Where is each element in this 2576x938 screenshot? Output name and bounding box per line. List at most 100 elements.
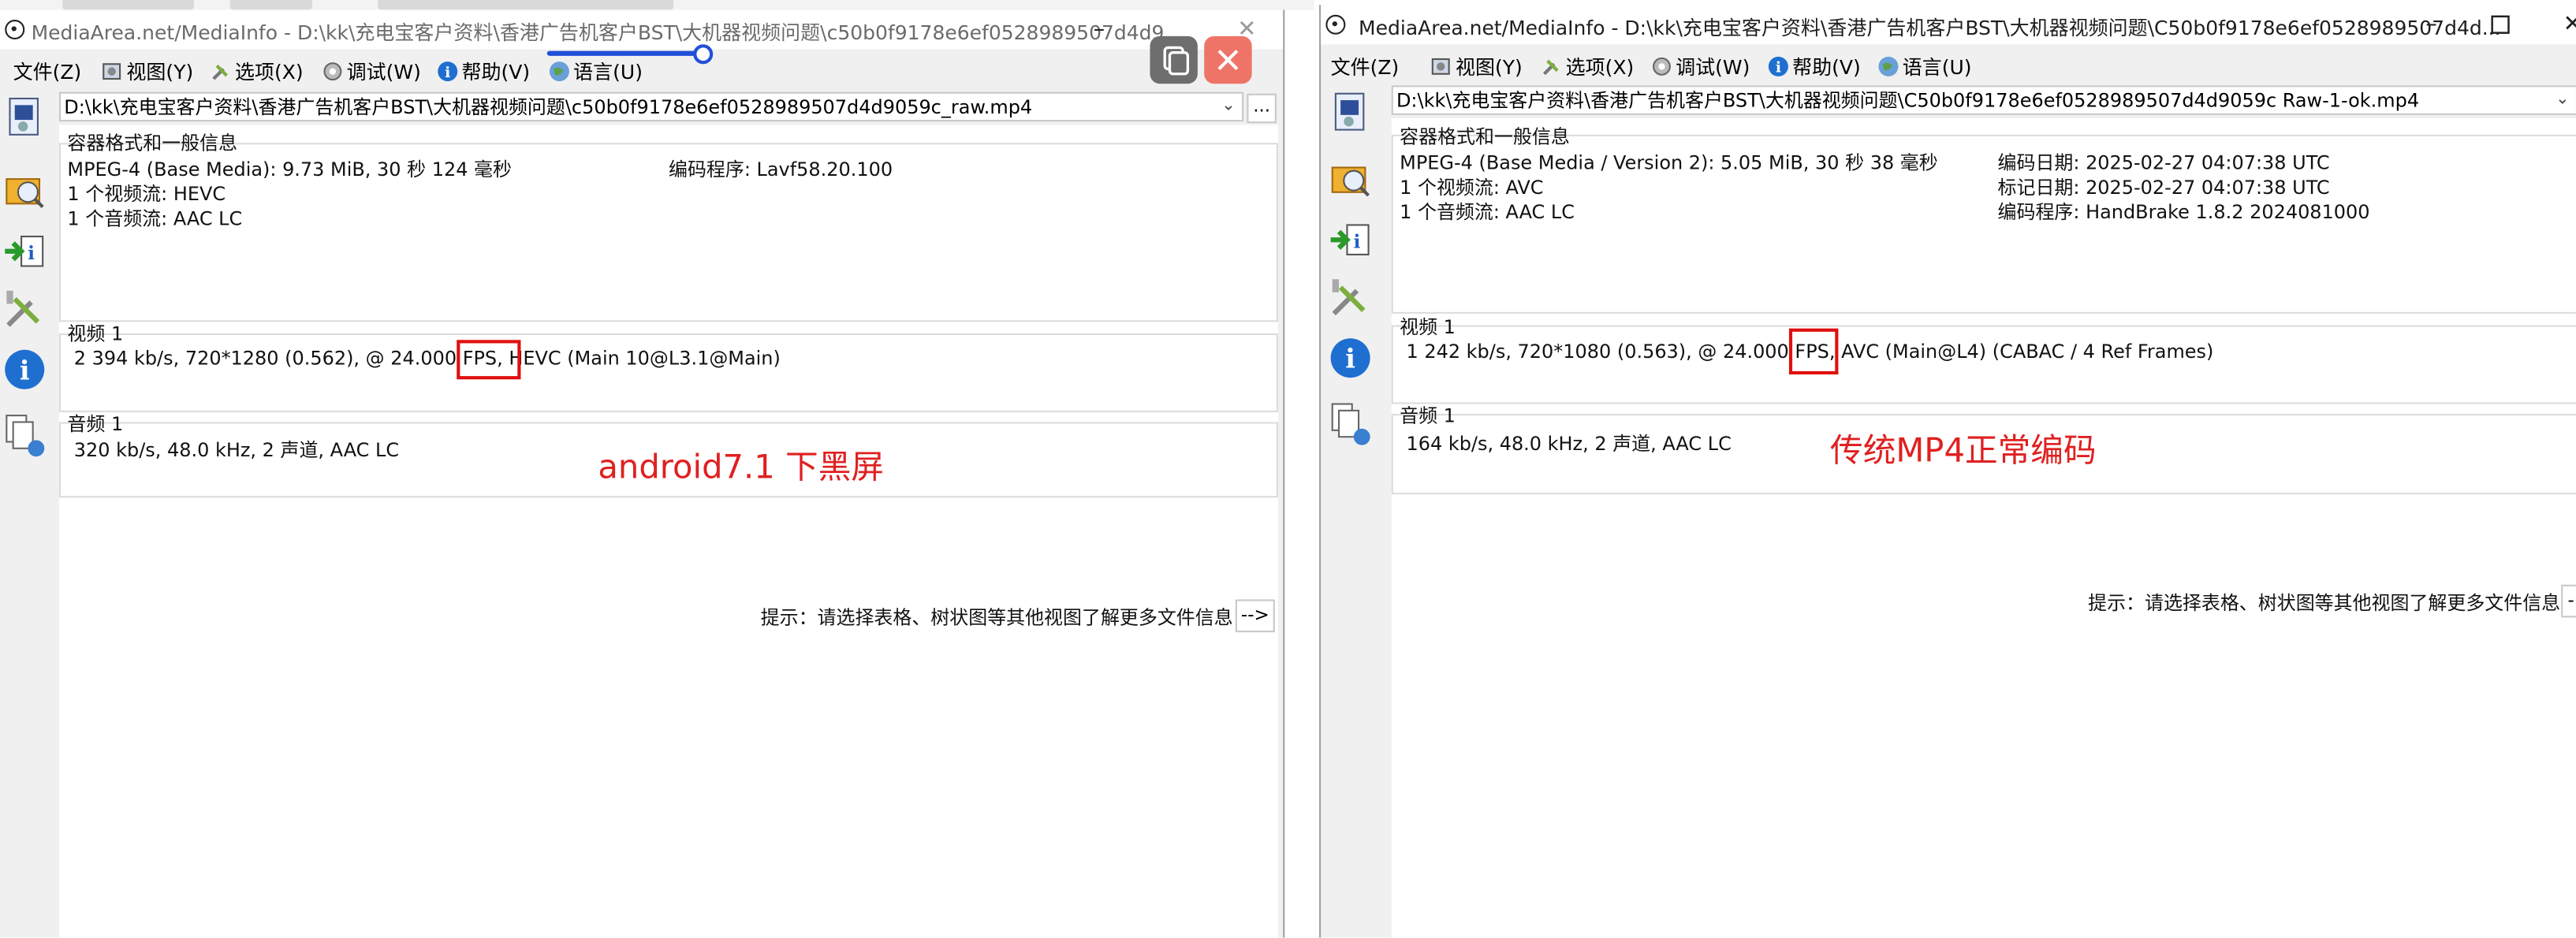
menu-language[interactable]: 语言(U) — [1877, 51, 1972, 84]
general-section-label: 容器格式和一般信息 — [1400, 125, 1570, 148]
mediainfo-app-icon — [5, 20, 25, 40]
video-group — [59, 333, 1278, 412]
background-table-strip — [0, 0, 1314, 10]
minimize-icon[interactable]: – — [2417, 10, 2447, 40]
window-title: MediaArea.net/MediaInfo - D:\kk\充电宝客户资料\… — [1359, 16, 2501, 40]
chevron-down-icon[interactable]: ⌄ — [1221, 94, 1235, 120]
menu-label: 帮助(V) — [1792, 55, 1861, 80]
title-bar: MediaArea.net/MediaInfo - D:\kk\充电宝客户资料\… — [0, 9, 1284, 84]
menu-label: 选项(X) — [234, 61, 304, 84]
file-icon — [1324, 56, 1327, 77]
help-icon: i — [1768, 56, 1788, 76]
general-section-label: 容器格式和一般信息 — [67, 131, 238, 154]
video-line: 2 394 kb/s, 720*1280 (0.562), @ 24.000 F… — [73, 346, 781, 370]
options-tool-icon[interactable] — [1327, 274, 1373, 324]
export-icon[interactable]: i — [1327, 215, 1373, 265]
red-annotation: android7.1 下黑屏 — [598, 446, 885, 486]
general-line: 1 个音频流: AAC LC — [67, 207, 243, 230]
video-section-label: 视频 1 — [1400, 315, 1456, 339]
video-section-label: 视频 1 — [67, 322, 124, 345]
menu-label: 文件(Z) — [1330, 55, 1400, 80]
general-right-line: 编码日期: 2025-02-27 04:07:38 UTC — [1997, 151, 2330, 174]
help-icon: i — [438, 61, 458, 82]
menu-help[interactable]: i 帮助(V) — [1768, 51, 1861, 84]
file-path-combobox[interactable]: D:\kk\充电宝客户资料\香港广告机客户BST\大机器视频问题\c50b0f9… — [59, 91, 1244, 122]
svg-text:i: i — [1776, 59, 1781, 76]
info-panel: 容器格式和一般信息 MPEG-4 (Base Media / Version 2… — [1391, 118, 2576, 938]
more-info-button[interactable]: - — [2561, 584, 2576, 618]
general-right-line: 编码程序: Lavf58.20.100 — [668, 158, 893, 181]
menu-options[interactable]: 选项(X) — [1541, 51, 1634, 84]
background-cell — [378, 0, 674, 10]
tree-view-icon[interactable] — [2, 411, 47, 460]
menu-bar: 文件(Z) 视图(Y) 选项(X) 调试(W) i 帮助(V) 语言(U) — [1321, 51, 2576, 84]
audio-section-label: 音频 1 — [67, 411, 124, 436]
red-annotation: 传统MP4正常编码 — [1830, 430, 2097, 470]
general-right-line: 标记日期: 2025-02-27 04:07:38 UTC — [1997, 175, 2330, 199]
toolbar-vertical: i i — [1325, 84, 1381, 937]
menu-bar: 文件(Z) 视图(Y) 选项(X) 调试(W) i 帮助(V) 语言(U) — [0, 56, 1283, 89]
svg-text:i: i — [28, 243, 35, 264]
browse-button[interactable]: ... — [1247, 93, 1277, 124]
file-path-combobox[interactable]: D:\kk\充电宝客户资料\香港广告机客户BST\大机器视频问题\C50b0f9… — [1391, 85, 2576, 115]
debug-icon — [1653, 57, 1671, 76]
open-folder-icon[interactable] — [2, 164, 47, 214]
svg-text:i: i — [20, 355, 30, 385]
menu-label: 选项(X) — [1565, 55, 1635, 80]
general-line: 1 个视频流: AVC — [1400, 175, 1544, 199]
title-bar: MediaArea.net/MediaInfo - D:\kk\充电宝客户资料\… — [1321, 5, 2576, 45]
audio-section-label: 音频 1 — [1400, 404, 1456, 427]
about-icon[interactable]: i — [2, 345, 47, 395]
general-line: MPEG-4 (Base Media): 9.73 MiB, 30 秒 124 … — [67, 158, 513, 181]
language-icon — [549, 61, 569, 82]
menu-options[interactable]: 选项(X) — [211, 56, 304, 89]
about-icon[interactable]: i — [1327, 333, 1373, 383]
mediainfo-app-icon — [1325, 14, 1346, 35]
background-cell — [62, 0, 194, 10]
mediainfo-window-right: MediaArea.net/MediaInfo - D:\kk\充电宝客户资料\… — [1319, 5, 2576, 938]
menu-debug[interactable]: 调试(W) — [1651, 51, 1750, 84]
menu-file[interactable]: 文件(Z) — [0, 56, 82, 89]
window-title: MediaArea.net/MediaInfo - D:\kk\充电宝客户资料\… — [31, 21, 1184, 45]
chevron-down-icon[interactable]: ⌄ — [2555, 87, 2569, 113]
open-file-icon[interactable] — [1327, 87, 1373, 136]
open-folder-icon[interactable] — [1327, 153, 1373, 203]
close-icon[interactable]: ✕ — [2558, 10, 2576, 40]
screenshot-stage: MediaArea.net/MediaInfo - D:\kk\充电宝客户资料\… — [0, 0, 2576, 938]
menu-view[interactable]: 视图(Y) — [102, 56, 193, 89]
mediainfo-window-left: MediaArea.net/MediaInfo - D:\kk\充电宝客户资料\… — [0, 9, 1285, 938]
menu-label: 语言(U) — [573, 61, 643, 84]
tree-view-icon[interactable] — [1327, 399, 1373, 449]
svg-text:i: i — [445, 64, 450, 81]
menu-file[interactable]: 文件(Z) — [1324, 51, 1400, 84]
view-icon — [103, 63, 121, 80]
maximize-icon[interactable] — [2485, 10, 2515, 40]
view-icon — [1431, 58, 1450, 75]
general-line: MPEG-4 (Base Media / Version 2): 5.05 Mi… — [1400, 151, 1938, 174]
open-file-icon[interactable] — [2, 92, 47, 142]
language-icon — [1878, 56, 1899, 76]
options-icon — [212, 64, 228, 80]
file-icon — [0, 61, 10, 82]
export-icon[interactable]: i — [2, 227, 47, 277]
menu-debug[interactable]: 调试(W) — [322, 56, 421, 89]
menu-view[interactable]: 视图(Y) — [1431, 51, 1523, 84]
general-line: 1 个音频流: AAC LC — [1400, 200, 1575, 224]
general-right-line: 编码程序: HandBrake 1.8.2 2024081000 — [1997, 200, 2370, 224]
video-group — [1391, 325, 2576, 404]
minimize-icon[interactable]: – — [1084, 15, 1114, 45]
more-info-button[interactable]: --> — [1235, 599, 1275, 633]
highlight-box — [1788, 328, 1839, 375]
highlight-box — [457, 340, 521, 380]
menu-label: 语言(U) — [1902, 55, 1972, 80]
options-tool-icon[interactable] — [2, 286, 47, 336]
file-path-text: D:\kk\充电宝客户资料\香港广告机客户BST\大机器视频问题\c50b0f9… — [64, 95, 1033, 119]
general-line: 1 个视频流: HEVC — [67, 182, 226, 206]
menu-help[interactable]: i 帮助(V) — [437, 56, 530, 89]
menu-language[interactable]: 语言(U) — [549, 56, 643, 89]
hint-text: 提示：请选择表格、树状图等其他视图了解更多文件信息 — [760, 605, 1233, 629]
close-caption-icon[interactable]: ✕ — [1232, 15, 1262, 45]
hint-text: 提示：请选择表格、树状图等其他视图了解更多文件信息 — [2088, 591, 2561, 615]
audio-line: 164 kb/s, 48.0 kHz, 2 声道, AAC LC — [1406, 431, 1732, 456]
background-cell — [229, 0, 312, 10]
